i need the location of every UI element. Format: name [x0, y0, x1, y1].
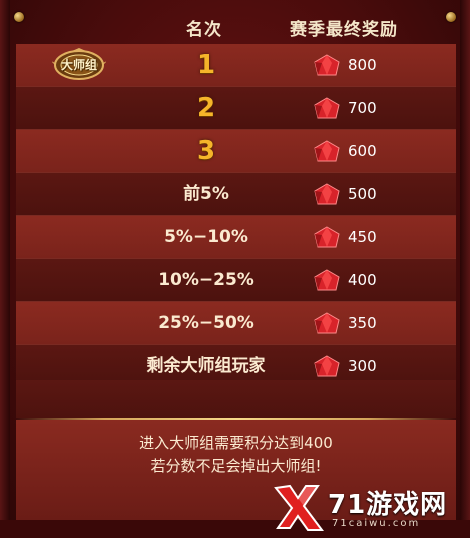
red-gem-icon [312, 182, 342, 208]
rank-value: 3 [196, 136, 216, 166]
table-row: 5%−10% 450 [16, 216, 456, 259]
reward-amount: 800 [348, 56, 377, 74]
table-row: 10%−25% 400 [16, 259, 456, 302]
reward-amount: 600 [348, 142, 377, 160]
red-gem-icon [312, 311, 342, 337]
table-row: 2 700 [16, 87, 456, 130]
reward-amount: 700 [348, 99, 377, 117]
rank-value: 2 [196, 93, 216, 123]
corner-rivet-icon [14, 12, 24, 22]
table-row: 大师组 1 800 [16, 44, 456, 87]
notice-line-2: 若分数不足会掉出大师组! [150, 457, 322, 475]
site-watermark: 71游戏网 71caiwu.com [268, 478, 468, 536]
badge-label: 大师组 [60, 58, 97, 72]
reward-table: 大师组 1 800 2 700 3 600 前5% 500 5%−10% 450… [16, 44, 456, 388]
reward-amount: 450 [348, 228, 377, 246]
frame-edge-left [0, 0, 10, 538]
table-row: 前5% 500 [16, 173, 456, 216]
red-gem-icon [312, 268, 342, 294]
column-header-rank: 名次 [186, 20, 222, 40]
empty-row [16, 380, 456, 420]
reward-amount: 500 [348, 185, 377, 203]
table-header: 名次 赛季最终奖励 [0, 8, 470, 42]
reward-amount: 350 [348, 314, 377, 332]
red-gem-icon [312, 139, 342, 165]
red-gem-icon [312, 225, 342, 251]
table-row: 3 600 [16, 130, 456, 173]
rank-value: 10%−25% [158, 270, 254, 290]
red-gem-icon [312, 354, 342, 380]
notice-line-1: 进入大师组需要积分达到400 [139, 434, 333, 452]
rank-value: 1 [196, 50, 216, 80]
reward-amount: 400 [348, 271, 377, 289]
rank-value: 5%−10% [164, 227, 248, 247]
column-header-reward: 赛季最终奖励 [290, 20, 398, 40]
frame-edge-right [460, 0, 470, 538]
watermark-text: 71游戏网 [328, 490, 448, 520]
watermark-url: 71caiwu.com [332, 518, 421, 529]
red-gem-icon [312, 53, 342, 79]
rank-value: 25%−50% [158, 313, 254, 333]
rank-value: 前5% [183, 184, 229, 204]
table-row: 25%−50% 350 [16, 302, 456, 345]
master-league-badge-icon: 大师组 [51, 48, 107, 82]
red-gem-icon [312, 96, 342, 122]
watermark-logo-icon [274, 484, 324, 531]
